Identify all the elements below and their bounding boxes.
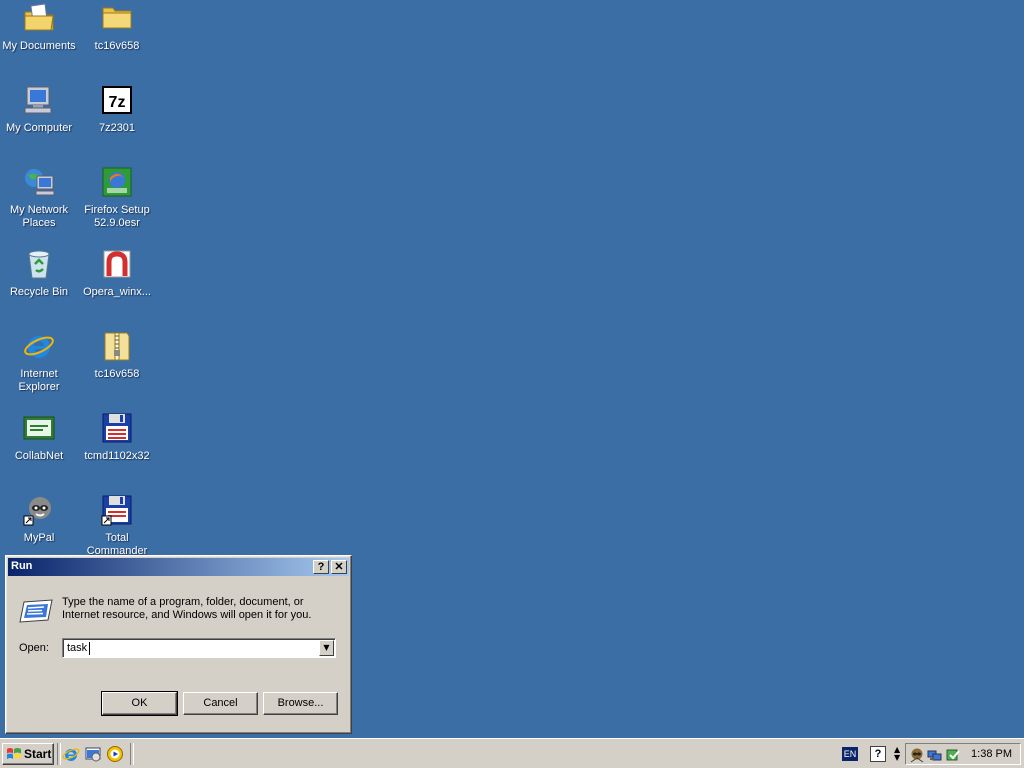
- language-indicator[interactable]: EN: [842, 747, 858, 761]
- browse-button[interactable]: Browse...: [263, 692, 338, 715]
- desktop-icon-label: tcmd1102x32: [84, 450, 150, 462]
- desktop-icon-internet-explorer[interactable]: Internet Explorer: [0, 330, 78, 402]
- desktop-icon-tc16v658-folder[interactable]: tc16v658: [78, 2, 156, 74]
- desktop-icon-tc16v658-zip[interactable]: tc16v658: [78, 330, 156, 402]
- taskbar: Start EN ? ▲ ▼ 1:38 PM: [0, 738, 1024, 768]
- opera-installer-icon: [103, 250, 131, 278]
- desktop-icon-label: My Computer: [5, 122, 73, 134]
- zip-folder-icon: [104, 332, 130, 361]
- start-label: Start: [24, 747, 52, 761]
- network-places-icon: [25, 169, 55, 196]
- ok-button[interactable]: OK: [101, 691, 178, 716]
- close-button[interactable]: ✕: [331, 560, 347, 574]
- desktop-icon-label: MyPal: [23, 532, 55, 544]
- desktop-icon-7z2301[interactable]: 7z 7z2301: [78, 84, 156, 156]
- desktop-icon-my-documents[interactable]: My Documents: [0, 2, 78, 74]
- desktop-icon-collabnet[interactable]: CollabNet: [0, 412, 78, 484]
- internet-explorer-icon: [24, 336, 54, 358]
- desktop-icon-label: tc16v658: [94, 40, 140, 52]
- help-button[interactable]: ?: [313, 560, 329, 574]
- my-computer-icon: [24, 86, 52, 114]
- help-icon[interactable]: ?: [870, 746, 886, 762]
- desktop-icon-my-computer[interactable]: My Computer: [0, 84, 78, 156]
- desktop-icon-label: Internet Explorer: [18, 368, 60, 393]
- taskbar-separator: [57, 743, 61, 765]
- desktop-icon-label: Firefox Setup 52.9.0esr: [84, 204, 150, 229]
- mypal-icon: [23, 497, 51, 526]
- desktop-icon-opera-installer[interactable]: Opera_winx...: [78, 248, 156, 320]
- clock[interactable]: 1:38 PM: [971, 748, 1012, 760]
- firefox-setup-icon: [102, 167, 132, 197]
- desktop-icon-label: Recycle Bin: [9, 286, 69, 298]
- system-tray: 1:38 PM: [905, 743, 1021, 765]
- folder-icon: [102, 7, 132, 29]
- media-player-icon[interactable]: [106, 745, 124, 763]
- tray-chevron-icon[interactable]: ▲ ▼: [894, 746, 902, 762]
- network-connection-icon[interactable]: [927, 747, 943, 763]
- windows-logo-icon: [7, 748, 21, 759]
- internet-explorer-icon[interactable]: [62, 745, 80, 763]
- desktop-icon-firefox-setup[interactable]: Firefox Setup 52.9.0esr: [78, 166, 156, 238]
- desktop-icon-label: CollabNet: [14, 450, 64, 462]
- run-dialog-titlebar[interactable]: Run ? ✕: [8, 558, 349, 576]
- open-label: Open:: [19, 642, 49, 654]
- desktop-icon-label: 7z2301: [98, 122, 136, 134]
- desktop-icon-label: My Documents: [2, 40, 76, 52]
- desktop-icon-recycle-bin[interactable]: Recycle Bin: [0, 248, 78, 320]
- desktop-icon-label: tc16v658: [94, 368, 140, 380]
- desktop-icon-label: Opera_winx...: [83, 286, 151, 298]
- open-combobox[interactable]: task ▼: [62, 638, 336, 658]
- tray-mypal-icon[interactable]: [909, 747, 925, 763]
- recycle-bin-icon: [28, 250, 50, 279]
- desktop-icon-tcmd1102x32[interactable]: tcmd1102x32: [78, 412, 156, 484]
- run-dialog-description: Type the name of a program, folder, docu…: [62, 596, 312, 621]
- total-commander-icon: [101, 495, 132, 526]
- my-documents-icon: [24, 3, 54, 31]
- collabnet-icon: [23, 416, 55, 440]
- desktop-icon-my-network-places[interactable]: My Network Places: [0, 166, 78, 238]
- taskbar-separator: [130, 743, 134, 765]
- dropdown-arrow-button[interactable]: ▼: [319, 640, 334, 656]
- svg-text:7z: 7z: [109, 94, 126, 111]
- 7zip-icon: 7z: [102, 86, 132, 114]
- floppy-installer-icon: [102, 413, 132, 443]
- cancel-button[interactable]: Cancel: [183, 692, 258, 715]
- start-button[interactable]: Start: [2, 743, 54, 765]
- tray-utility-icon[interactable]: [945, 747, 961, 763]
- show-desktop-icon[interactable]: [84, 745, 102, 763]
- text-caret: [89, 642, 90, 655]
- run-icon: [19, 599, 53, 623]
- run-dialog: Run ? ✕ Type the name of a program, fold…: [5, 555, 352, 734]
- open-input[interactable]: task: [67, 642, 87, 654]
- desktop-icon-label: My Network Places: [9, 204, 69, 229]
- run-dialog-title: Run: [11, 560, 33, 572]
